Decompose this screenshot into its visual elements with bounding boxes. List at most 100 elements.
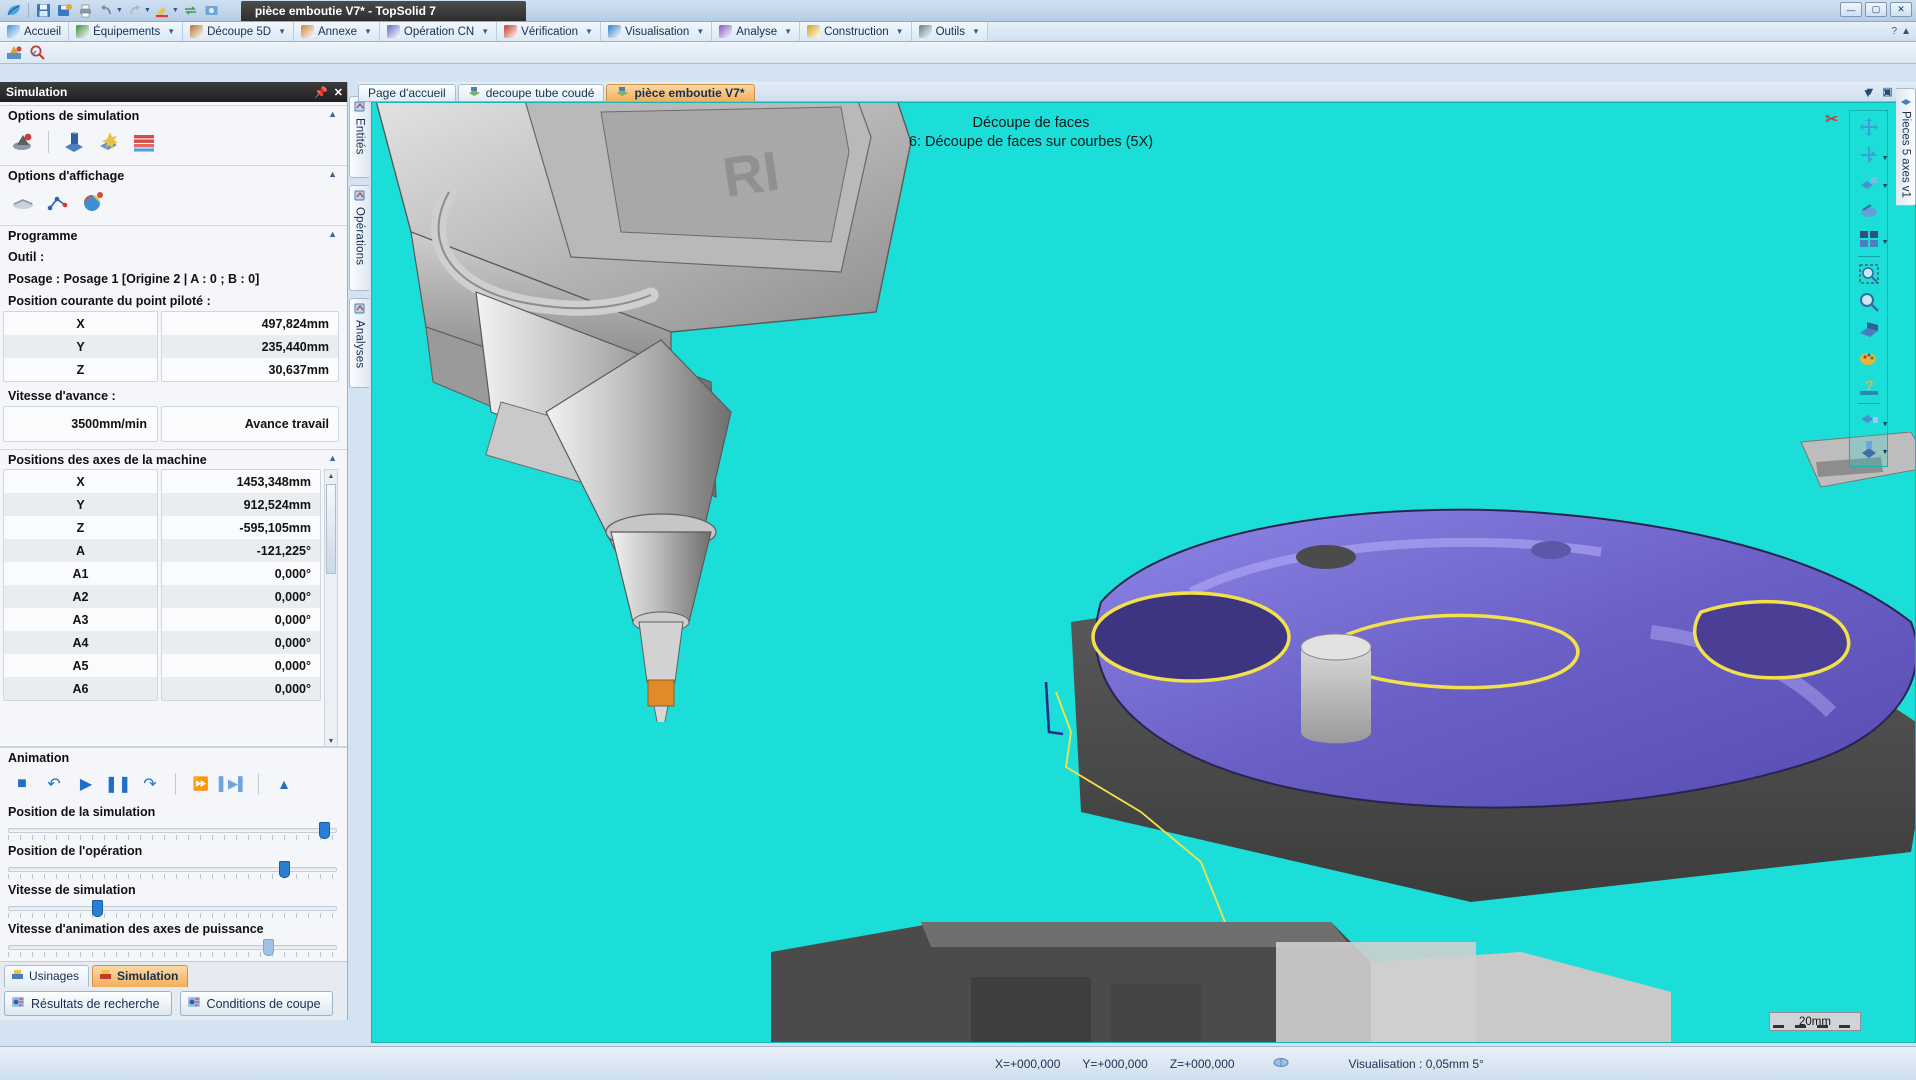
frame-step-button[interactable]: ▌▶▌ <box>219 774 247 794</box>
pan-icon[interactable] <box>1856 116 1882 138</box>
slider-thumb[interactable] <box>279 861 291 878</box>
slider-track[interactable] <box>8 861 337 879</box>
close-icon[interactable]: ✕ <box>334 86 343 99</box>
slider-thumb[interactable] <box>262 939 274 956</box>
close-button[interactable]: ✕ <box>1890 2 1912 17</box>
document-tab-pi-ce-emboutie-v7-[interactable]: pièce emboutie V7* <box>606 84 755 101</box>
side-tab-entités[interactable]: Entités <box>349 96 369 178</box>
pause-button[interactable]: ❚❚ <box>105 774 132 794</box>
chevron-down-icon[interactable]: ▼ <box>167 27 175 36</box>
help-icon[interactable]: ? <box>1856 375 1882 397</box>
chevron-down-icon[interactable]: ▼ <box>1882 155 1889 162</box>
document-tab-page-d-accueil[interactable]: Page d'accueil <box>358 84 456 101</box>
minimize-button[interactable]: — <box>1840 2 1862 17</box>
play-button[interactable]: ▶ <box>76 774 96 794</box>
chevron-down-icon[interactable]: ▼ <box>481 27 489 36</box>
ribbon-tab-op-ration-cn[interactable]: Opération CN ▼ <box>379 22 498 41</box>
undo-dropdown-caret[interactable]: ▼ <box>116 7 123 14</box>
display-colors-icon[interactable] <box>80 190 106 214</box>
refresh-icon[interactable] <box>181 1 200 20</box>
rotate-icon[interactable]: ▼ <box>1856 144 1889 166</box>
pin-icon[interactable]: 📌 <box>314 86 328 99</box>
chevron-down-icon[interactable]: ▼ <box>972 27 980 36</box>
stock-icon[interactable] <box>61 130 87 154</box>
eject-button[interactable]: ▲ <box>274 774 294 794</box>
side-tab-analyses[interactable]: Analyses <box>349 298 369 388</box>
section-icon[interactable] <box>1856 319 1882 341</box>
help-icon[interactable]: ? <box>1892 26 1898 37</box>
chevron-down-icon[interactable]: ▼ <box>364 27 372 36</box>
render-icon[interactable] <box>1856 347 1882 369</box>
close-viewport-icon[interactable]: ✕ <box>1882 86 1892 100</box>
display-path-icon[interactable] <box>45 190 71 214</box>
collision-icon[interactable] <box>96 130 122 154</box>
ribbon-tab-outils[interactable]: Outils ▼ <box>911 22 988 41</box>
chevron-up-icon[interactable]: ▲ <box>328 229 337 239</box>
fast-forward-button[interactable]: ⏩ <box>191 774 211 794</box>
maximize-button[interactable]: ▢ <box>1865 2 1887 17</box>
chevron-down-icon[interactable]: ▼ <box>585 27 593 36</box>
collapse-ribbon-icon[interactable]: ▲ <box>1901 26 1911 37</box>
ribbon-tab-visualisation[interactable]: Visualisation ▼ <box>600 22 713 41</box>
display-stock-icon[interactable] <box>10 190 36 214</box>
tool-search-icon[interactable] <box>29 44 46 61</box>
slider-thumb[interactable] <box>91 900 103 917</box>
zoom-window-icon[interactable] <box>1856 263 1882 285</box>
stop-button[interactable]: ■ <box>12 774 32 794</box>
light-icon[interactable]: ▼ <box>1856 410 1889 432</box>
ribbon-tab-accueil[interactable]: Accueil <box>0 22 70 41</box>
highlighter-dropdown-caret[interactable]: ▼ <box>172 7 179 14</box>
chevron-down-icon[interactable]: ▼ <box>1882 183 1889 190</box>
chevron-up-icon[interactable]: ▲ <box>328 453 337 463</box>
highlighter-icon[interactable] <box>153 1 172 20</box>
simulation-mode-icon[interactable] <box>10 130 36 154</box>
save-as-icon[interactable] <box>55 1 74 20</box>
slider-track[interactable] <box>8 822 337 840</box>
slider-track[interactable] <box>8 900 337 918</box>
zoom-icon[interactable] <box>1856 291 1882 313</box>
leaf-logo-icon[interactable] <box>4 1 23 20</box>
redo-icon[interactable] <box>125 1 144 20</box>
panel-tab-simulation[interactable]: Simulation <box>92 965 189 987</box>
split-view-icon[interactable]: ▼ <box>1856 228 1889 250</box>
chevron-down-icon[interactable]: ▼ <box>1882 421 1889 428</box>
machining-setup-icon[interactable] <box>6 44 23 61</box>
undo-icon[interactable] <box>97 1 116 20</box>
slider-thumb[interactable] <box>318 822 330 839</box>
panel-tab-usinages[interactable]: Usinages <box>4 965 90 987</box>
redo-dropdown-caret[interactable]: ▼ <box>144 7 151 14</box>
ribbon-tab-construction[interactable]: Construction ▼ <box>800 22 912 41</box>
scroll-up-arrow[interactable]: ▲ <box>325 470 337 483</box>
dynamic-view-icon[interactable] <box>1856 200 1882 222</box>
chevron-up-icon[interactable]: ▲ <box>328 169 337 179</box>
panel-button-r-sultats-de-recherche[interactable]: Résultats de recherche <box>4 991 172 1016</box>
step-back-button[interactable]: ↶ <box>44 774 64 794</box>
panel-button-conditions-de-coupe[interactable]: Conditions de coupe <box>179 991 333 1016</box>
chevron-down-icon[interactable]: ▼ <box>896 27 904 36</box>
right-vertical-tab[interactable]: Pieces 5 axes v1 <box>1896 88 1916 206</box>
ribbon-tab-v-rification[interactable]: Vérification ▼ <box>497 22 601 41</box>
collapse-icon[interactable]: ▼ <box>1862 86 1874 100</box>
side-tab-opérations[interactable]: Opérations <box>349 185 369 291</box>
chevron-down-icon[interactable]: ▼ <box>278 27 286 36</box>
ribbon-tab-d-coupe-d[interactable]: Découpe 5D ▼ <box>183 22 294 41</box>
chevron-down-icon[interactable]: ▼ <box>1882 239 1889 246</box>
ribbon-tab--quipements[interactable]: Équipements ▼ <box>69 22 184 41</box>
3d-viewport[interactable]: RI Découpe de faces 6: Découpe de faces … <box>371 102 1916 1043</box>
ribbon-tab-analyse[interactable]: Analyse ▼ <box>712 22 801 41</box>
layers-icon[interactable] <box>131 130 157 154</box>
save-icon[interactable] <box>34 1 53 20</box>
chevron-down-icon[interactable]: ▼ <box>1882 449 1889 456</box>
slider-track[interactable] <box>8 939 337 957</box>
ribbon-tab-annexe[interactable]: Annexe ▼ <box>293 22 380 41</box>
document-tab-decoupe-tube-coud-[interactable]: decoupe tube coudé <box>457 84 605 101</box>
chevron-up-icon[interactable]: ▲ <box>328 109 337 119</box>
scroll-down-arrow[interactable]: ▼ <box>325 735 337 746</box>
chevron-down-icon[interactable]: ▼ <box>696 27 704 36</box>
chevron-down-icon[interactable]: ▼ <box>784 27 792 36</box>
extrude-icon[interactable]: ▼ <box>1856 438 1889 460</box>
snapshot-icon[interactable] <box>202 1 221 20</box>
close-view-icon[interactable]: ✂ <box>1825 110 1838 128</box>
step-forward-button[interactable]: ↷ <box>140 774 160 794</box>
scrollbar-thumb[interactable] <box>326 484 336 574</box>
